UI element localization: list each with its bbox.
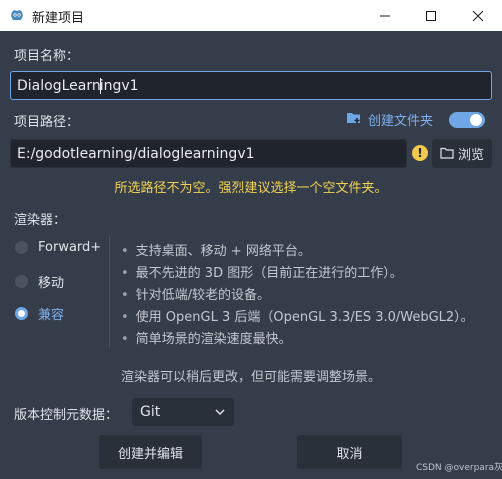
radio-button-selected[interactable] xyxy=(15,307,28,320)
bullet: • xyxy=(121,288,129,303)
renderer-option-label: 兼容 xyxy=(38,308,65,323)
minimize-icon xyxy=(380,15,390,16)
bullet: • xyxy=(121,310,129,325)
radio-button[interactable] xyxy=(15,275,28,288)
close-icon xyxy=(472,10,484,21)
project-path-label: 项目路径： xyxy=(14,115,80,130)
path-warning-message: 所选路径不为空。强烈建议选择一个空文件夹。 xyxy=(114,181,388,196)
feature-text: 使用 OpenGL 3 后端（OpenGL 3.3/ES 3.0/WebGL2）… xyxy=(135,310,474,325)
create-folder-toggle[interactable] xyxy=(449,112,485,128)
folder-icon xyxy=(440,144,454,163)
vcs-metadata-select[interactable]: Git xyxy=(132,398,234,426)
feature-text: 最不先进的 3D 图形（目前正在进行的工作）。 xyxy=(135,266,403,281)
renderer-label: 渲染器： xyxy=(14,213,67,228)
folder-add-icon xyxy=(346,110,362,129)
renderer-feature-item: • 支持桌面、移动 + 网络平台。 xyxy=(121,240,311,259)
project-name-label: 项目名称： xyxy=(14,49,80,64)
close-button[interactable] xyxy=(455,0,501,31)
project-name-text-before-caret: DialogLearn xyxy=(17,77,101,94)
minimize-button[interactable] xyxy=(362,0,408,31)
renderer-feature-item: • 针对低端/较老的设备。 xyxy=(121,284,270,303)
warning-icon: ! xyxy=(412,145,428,161)
renderer-option-label: 移动 xyxy=(38,276,65,291)
renderer-option-forward-plus[interactable]: Forward+ xyxy=(15,240,101,255)
cancel-button[interactable]: 取消 xyxy=(297,435,402,469)
project-name-text-after-caret: ingv1 xyxy=(99,77,139,94)
project-name-input[interactable]: DialogLearn ingv1 xyxy=(10,71,492,100)
maximize-button[interactable] xyxy=(408,0,454,31)
vcs-selected-value: Git xyxy=(140,404,161,420)
godot-logo-icon xyxy=(9,7,25,23)
browse-button[interactable]: 浏览 xyxy=(432,139,492,168)
title-bar: 新建项目 xyxy=(0,0,502,31)
renderer-feature-item: • 最不先进的 3D 图形（目前正在进行的工作）。 xyxy=(121,262,403,281)
create-folder-label: 创建文件夹 xyxy=(368,114,434,129)
bullet: • xyxy=(121,332,129,347)
vcs-metadata-label: 版本控制元数据： xyxy=(14,408,119,423)
window-title: 新建项目 xyxy=(32,11,85,26)
feature-text: 支持桌面、移动 + 网络平台。 xyxy=(135,244,311,259)
vertical-divider xyxy=(109,235,110,348)
feature-text: 简单场景的渲染速度最快。 xyxy=(135,332,292,347)
maximize-icon xyxy=(426,10,436,21)
browse-label: 浏览 xyxy=(457,148,484,163)
create-folder-option[interactable]: 创建文件夹 xyxy=(346,110,433,129)
watermark: CSDN @overpara灰 xyxy=(416,463,502,473)
toggle-knob xyxy=(470,114,482,126)
create-and-edit-button[interactable]: 创建并编辑 xyxy=(99,435,202,469)
renderer-feature-item: • 使用 OpenGL 3 后端（OpenGL 3.3/ES 3.0/WebGL2… xyxy=(121,306,474,325)
renderer-option-label: Forward+ xyxy=(38,240,102,255)
feature-text: 针对低端/较老的设备。 xyxy=(135,288,271,303)
bullet: • xyxy=(121,244,129,259)
project-path-input[interactable]: E:/godotlearning/dialoglearningv1 xyxy=(10,139,407,168)
renderer-feature-item: • 简单场景的渲染速度最快。 xyxy=(121,328,292,347)
radio-button[interactable] xyxy=(15,241,28,254)
renderer-option-compatibility[interactable]: 兼容 xyxy=(15,304,64,323)
bullet: • xyxy=(121,266,129,281)
renderer-option-mobile[interactable]: 移动 xyxy=(15,272,64,291)
project-path-text: E:/godotlearning/dialoglearningv1 xyxy=(17,145,255,162)
renderer-change-note: 渲染器可以稍后更改，但可能需要调整场景。 xyxy=(120,370,381,385)
chevron-down-icon xyxy=(214,406,226,422)
